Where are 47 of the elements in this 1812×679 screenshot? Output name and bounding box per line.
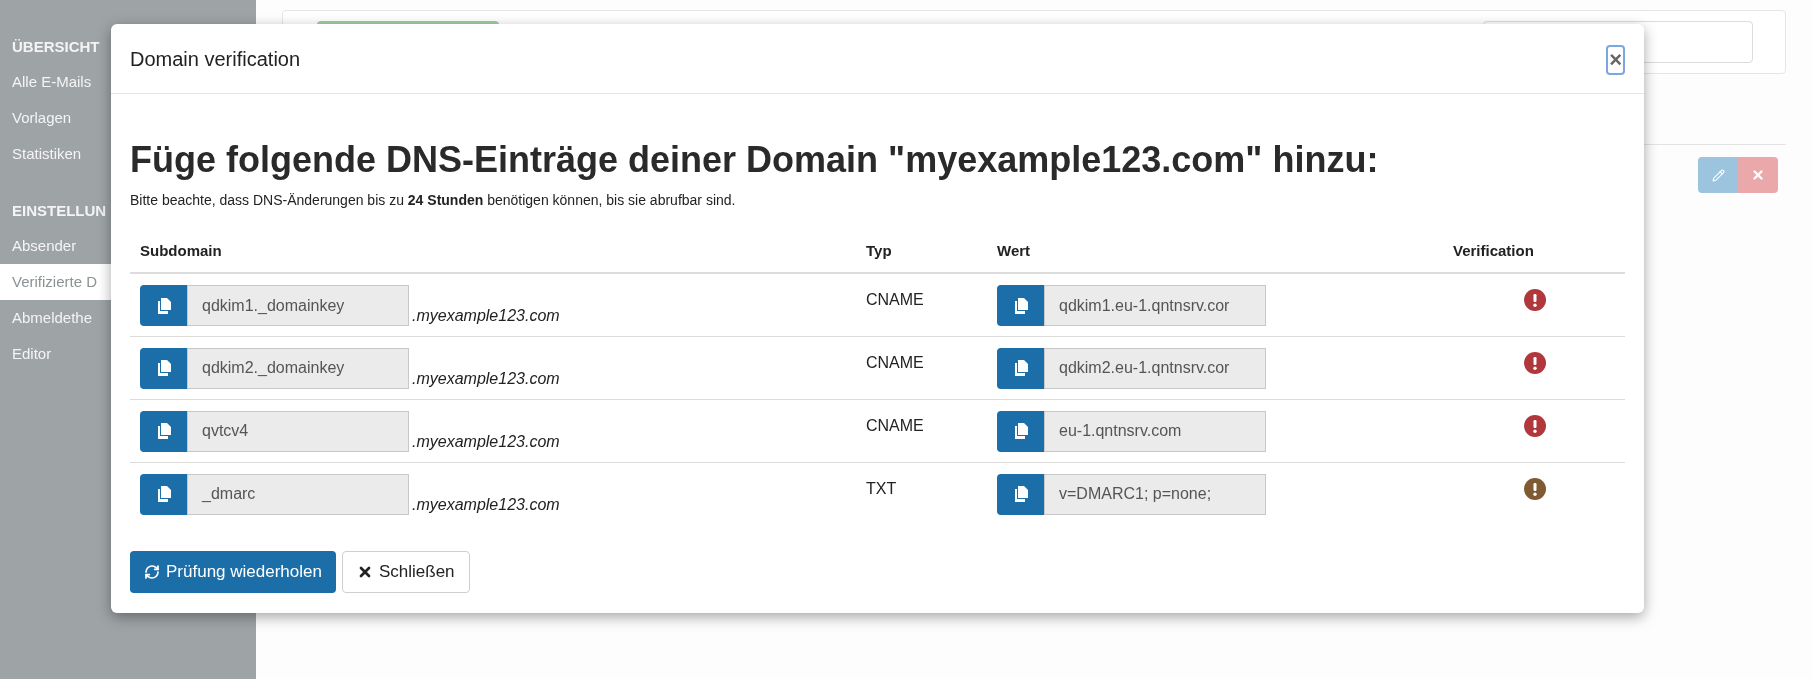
record-type: TXT [866, 479, 897, 497]
domain-suffix: .myexample123.com [412, 368, 560, 389]
copy-button[interactable] [140, 347, 187, 389]
domain-suffix: .myexample123.com [412, 431, 560, 452]
copy-button[interactable] [140, 285, 187, 326]
subdomain-field[interactable]: qdkim2._domainkey [187, 347, 409, 389]
subdomain-field[interactable]: qdkim1._domainkey [187, 285, 409, 326]
copy-icon [156, 297, 171, 314]
record-type: CNAME [866, 291, 924, 308]
value-field[interactable]: v=DMARC1; p=none; [1044, 473, 1266, 515]
column-header: Wert [997, 242, 1031, 260]
subdomain-field[interactable]: qvtcv4 [187, 410, 409, 452]
pencil-icon [1711, 168, 1725, 182]
record-type: CNAME [866, 353, 924, 371]
copy-button[interactable] [997, 347, 1044, 389]
copy-icon [156, 360, 171, 376]
copy-icon [156, 423, 171, 439]
note-text: Bitte beachte, dass DNS-Änderungen bis zu 24 Stunden benötigen können, bis sie abrufbar sind. [130, 191, 737, 210]
sidebar-heading: EINSTELLUN [11, 201, 108, 221]
subdomain-field[interactable]: _dmarc [187, 473, 409, 515]
retry-button[interactable]: Prüfung wiederholen [130, 551, 336, 593]
value-field[interactable]: qdkim1.eu-1.qntnsrv.cor [1044, 285, 1266, 326]
column-header: Typ [866, 242, 892, 260]
close-icon [1751, 168, 1765, 182]
domain-suffix: .myexample123.com [412, 494, 560, 515]
refresh-icon [144, 564, 160, 580]
copy-icon [1013, 486, 1028, 502]
copy-icon [1013, 297, 1028, 314]
copy-icon [156, 486, 171, 502]
copy-button[interactable] [997, 473, 1044, 515]
close-button[interactable]: × [1606, 44, 1625, 75]
domain-suffix: .myexample123.com [412, 306, 560, 326]
column-header: Subdomain [140, 242, 222, 260]
copy-icon [1013, 360, 1028, 376]
copy-button[interactable] [140, 410, 187, 452]
value-field[interactable]: qdkim2.eu-1.qntnsrv.cor [1044, 347, 1266, 389]
copy-button[interactable] [997, 285, 1044, 326]
dialog-heading: Füge folgende DNS-Einträge deiner Domain "myexample123.com" hinzu: [130, 138, 1380, 182]
value-field[interactable]: eu-1.qntnsrv.com [1044, 410, 1266, 452]
close-button[interactable]: Schließen [341, 551, 470, 593]
record-type: CNAME [866, 416, 924, 434]
copy-button[interactable] [140, 473, 187, 515]
sidebar-heading: ÜBERSICHT [11, 37, 101, 57]
column-header: Verification [1453, 242, 1534, 260]
copy-button[interactable] [997, 410, 1044, 452]
copy-icon [1013, 423, 1028, 439]
modal-title: Domain verification [130, 46, 301, 72]
